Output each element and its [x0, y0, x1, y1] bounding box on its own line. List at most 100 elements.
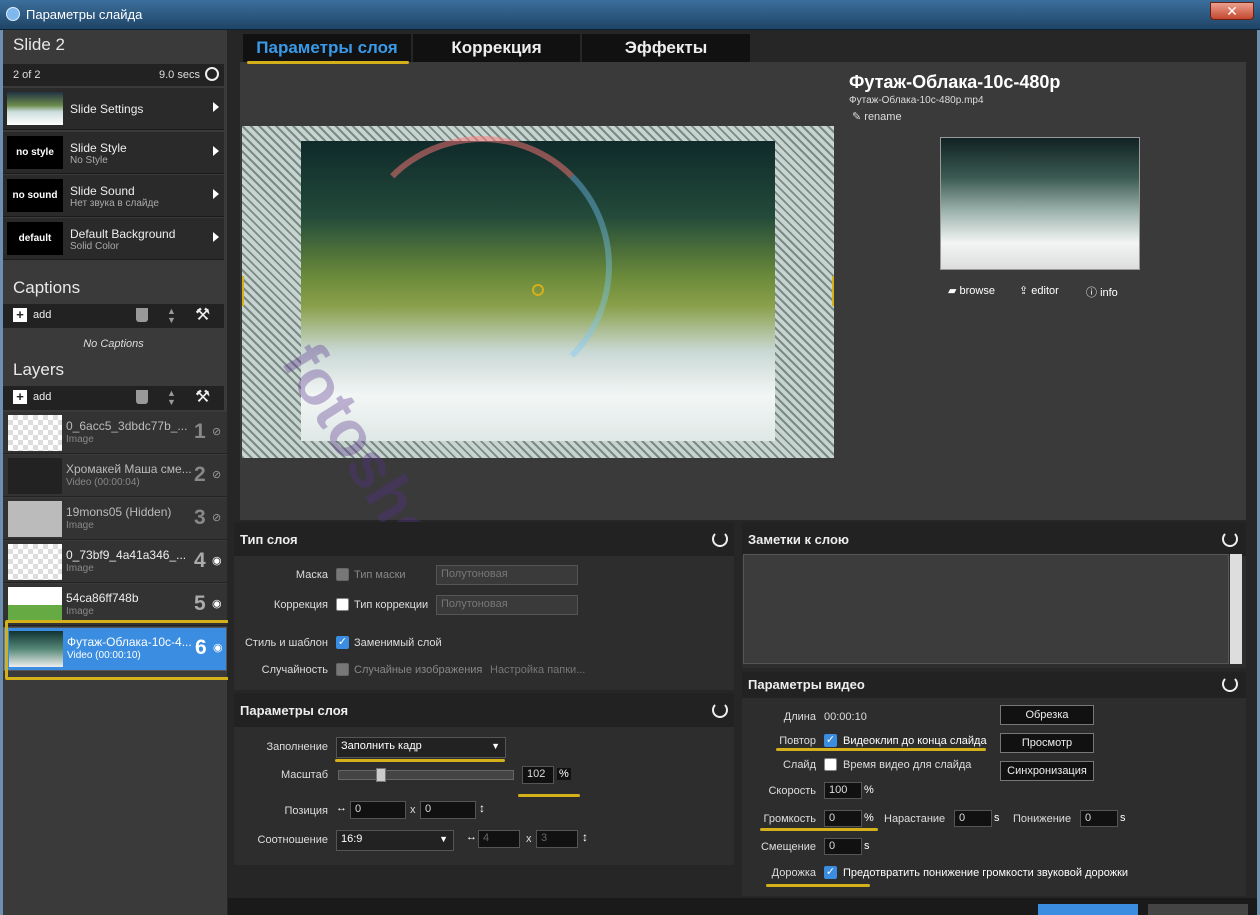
ratio-h-input[interactable]: 3 [536, 830, 578, 848]
layer-row[interactable]: 0_73bf9_4a41a346_... Image 4 ◉ [3, 541, 227, 583]
trash-icon[interactable] [136, 308, 148, 322]
video-params-panel: Параметры видео Длина 00:00:10 Обрезка П… [742, 672, 1246, 896]
eye-icon[interactable]: ◉ [212, 597, 222, 610]
default-background-item[interactable]: default Default Background Solid Color [3, 218, 224, 260]
fade-out-input[interactable]: 0 [1080, 810, 1118, 827]
tab-correction[interactable]: Коррекция [413, 34, 580, 62]
seconds-unit: s [1120, 812, 1126, 824]
volume-input[interactable]: 0 [824, 810, 862, 827]
position-x-input[interactable]: 0 [350, 801, 406, 819]
reorder-icon[interactable]: ▲ ▼ [167, 307, 176, 325]
resize-handle-right[interactable] [830, 276, 834, 306]
slide-sound-item[interactable]: no sound Slide Sound Нет звука в слайде [3, 175, 224, 217]
vertical-arrows-icon: ↕ [479, 801, 485, 815]
layer-number: 2 [194, 463, 206, 486]
rename-label: rename [864, 111, 902, 123]
rainbow [352, 136, 612, 396]
reset-icon[interactable] [1222, 531, 1238, 547]
cancel-button[interactable] [1148, 904, 1248, 915]
slide-title: Slide 2 [13, 35, 65, 54]
notes-textarea[interactable] [743, 554, 1229, 664]
sync-button[interactable]: Синхронизация [1000, 761, 1094, 781]
eye-hidden-icon[interactable]: ⊘ [212, 468, 221, 481]
ok-button[interactable] [1038, 904, 1138, 915]
layer-name: 0_73bf9_4a41a346_... [66, 548, 187, 562]
eye-icon[interactable]: ◉ [212, 554, 222, 567]
slider-thumb[interactable] [376, 768, 386, 782]
editor-label: editor [1031, 285, 1059, 297]
offset-input[interactable]: 0 [824, 838, 862, 855]
layer-row[interactable]: Хромакей Маша сме... Video (00:00:04) 2 … [3, 455, 227, 497]
repeat-checkbox[interactable]: ✓ [824, 734, 837, 747]
ratio-select[interactable]: 16:9 ▼ [336, 830, 454, 851]
scale-slider[interactable] [338, 768, 514, 782]
no-captions-text: No Captions [3, 330, 224, 358]
layer-row[interactable]: 19mons05 (Hidden) Image 3 ⊘ [3, 498, 227, 540]
mask-checkbox[interactable] [336, 568, 349, 581]
layer-number: 5 [194, 592, 206, 615]
layers-toolbar: + add ▲ ▼ ⚒ [3, 386, 224, 410]
slide-thumbnail [7, 92, 63, 125]
mask-type-select[interactable]: Полутоновая [436, 565, 578, 585]
tab-layer-params[interactable]: Параметры слоя [243, 34, 411, 62]
preview-button[interactable]: Просмотр [1000, 733, 1094, 753]
background-thumb: default [7, 222, 63, 255]
slide-settings-item[interactable]: Slide Settings [3, 88, 224, 130]
tools-icon[interactable]: ⚒ [195, 305, 210, 325]
scale-label: Масштаб [280, 769, 328, 781]
eye-hidden-icon[interactable]: ⊘ [212, 425, 221, 438]
layer-row[interactable]: 0_6acc5_3dbdc77b_... Image 1 ⊘ [3, 412, 227, 454]
layer-type: Image [66, 606, 94, 617]
eye-hidden-icon[interactable]: ⊘ [212, 511, 221, 524]
correction-checkbox[interactable] [336, 598, 349, 611]
scale-input[interactable]: 102 [522, 766, 554, 784]
reset-icon[interactable] [1222, 676, 1238, 692]
tools-icon[interactable]: ⚒ [195, 387, 210, 407]
ratio-label: Соотношение [257, 834, 328, 846]
anchor-point-icon[interactable] [532, 284, 544, 296]
browse-button[interactable]: ▰ browse [948, 284, 995, 297]
editor-button[interactable]: ⇪ editor [1019, 284, 1059, 297]
layer-type-panel: Тип слоя Маска Тип маски Полутоновая Кор… [234, 522, 734, 690]
tab-effects[interactable]: Эффекты [582, 34, 750, 62]
captions-add-label: add [33, 308, 52, 321]
trim-button[interactable]: Обрезка [1000, 705, 1094, 725]
rename-link[interactable]: ✎ rename [852, 110, 902, 123]
notes-panel: Заметки к слою [742, 522, 1246, 668]
fade-in-label: Нарастание [884, 813, 946, 825]
preview-canvas[interactable] [242, 126, 834, 458]
speed-input[interactable]: 100 [824, 782, 862, 799]
fade-in-input[interactable]: 0 [954, 810, 992, 827]
reset-icon[interactable] [712, 531, 728, 547]
track-checkbox[interactable]: ✓ [824, 866, 837, 879]
close-icon[interactable]: ✕ [1210, 2, 1254, 20]
trash-icon[interactable] [136, 390, 148, 404]
layers-title: Layers [13, 360, 65, 379]
replaceable-checkbox[interactable]: ✓ [336, 636, 349, 649]
position-y-input[interactable]: 0 [420, 801, 476, 819]
fill-select[interactable]: Заполнить кадр ▼ [336, 737, 506, 758]
slide-style-item[interactable]: no style Slide Style No Style [3, 132, 224, 174]
highlight-underline [766, 884, 870, 887]
style-label: Стиль и шаблон [244, 637, 328, 649]
reset-icon[interactable] [712, 702, 728, 718]
correction-type-select[interactable]: Полутоновая [436, 595, 578, 615]
folder-icon: ▰ [948, 285, 960, 297]
sound-thumb: no sound [7, 179, 63, 212]
ratio-w-input[interactable]: 4 [478, 830, 520, 848]
chevron-down-icon: ▼ [491, 741, 500, 751]
x-separator: x [410, 804, 416, 816]
highlight-underline [247, 61, 409, 64]
random-checkbox[interactable] [336, 663, 349, 676]
info-button[interactable]: ⓘ info [1086, 284, 1118, 300]
layers-add-button[interactable]: + add [13, 390, 51, 404]
folder-settings-link[interactable]: Настройка папки... [490, 664, 585, 676]
resize-handle-left[interactable] [242, 276, 246, 306]
scrollbar[interactable] [1230, 554, 1242, 664]
slide-time-checkbox[interactable] [824, 758, 837, 771]
seconds-unit: s [864, 840, 870, 852]
slide-sound-label: Slide Sound [70, 184, 135, 198]
captions-add-button[interactable]: + add [13, 308, 51, 322]
reorder-icon[interactable]: ▲ ▼ [167, 389, 176, 407]
layer-type: Image [66, 520, 94, 531]
